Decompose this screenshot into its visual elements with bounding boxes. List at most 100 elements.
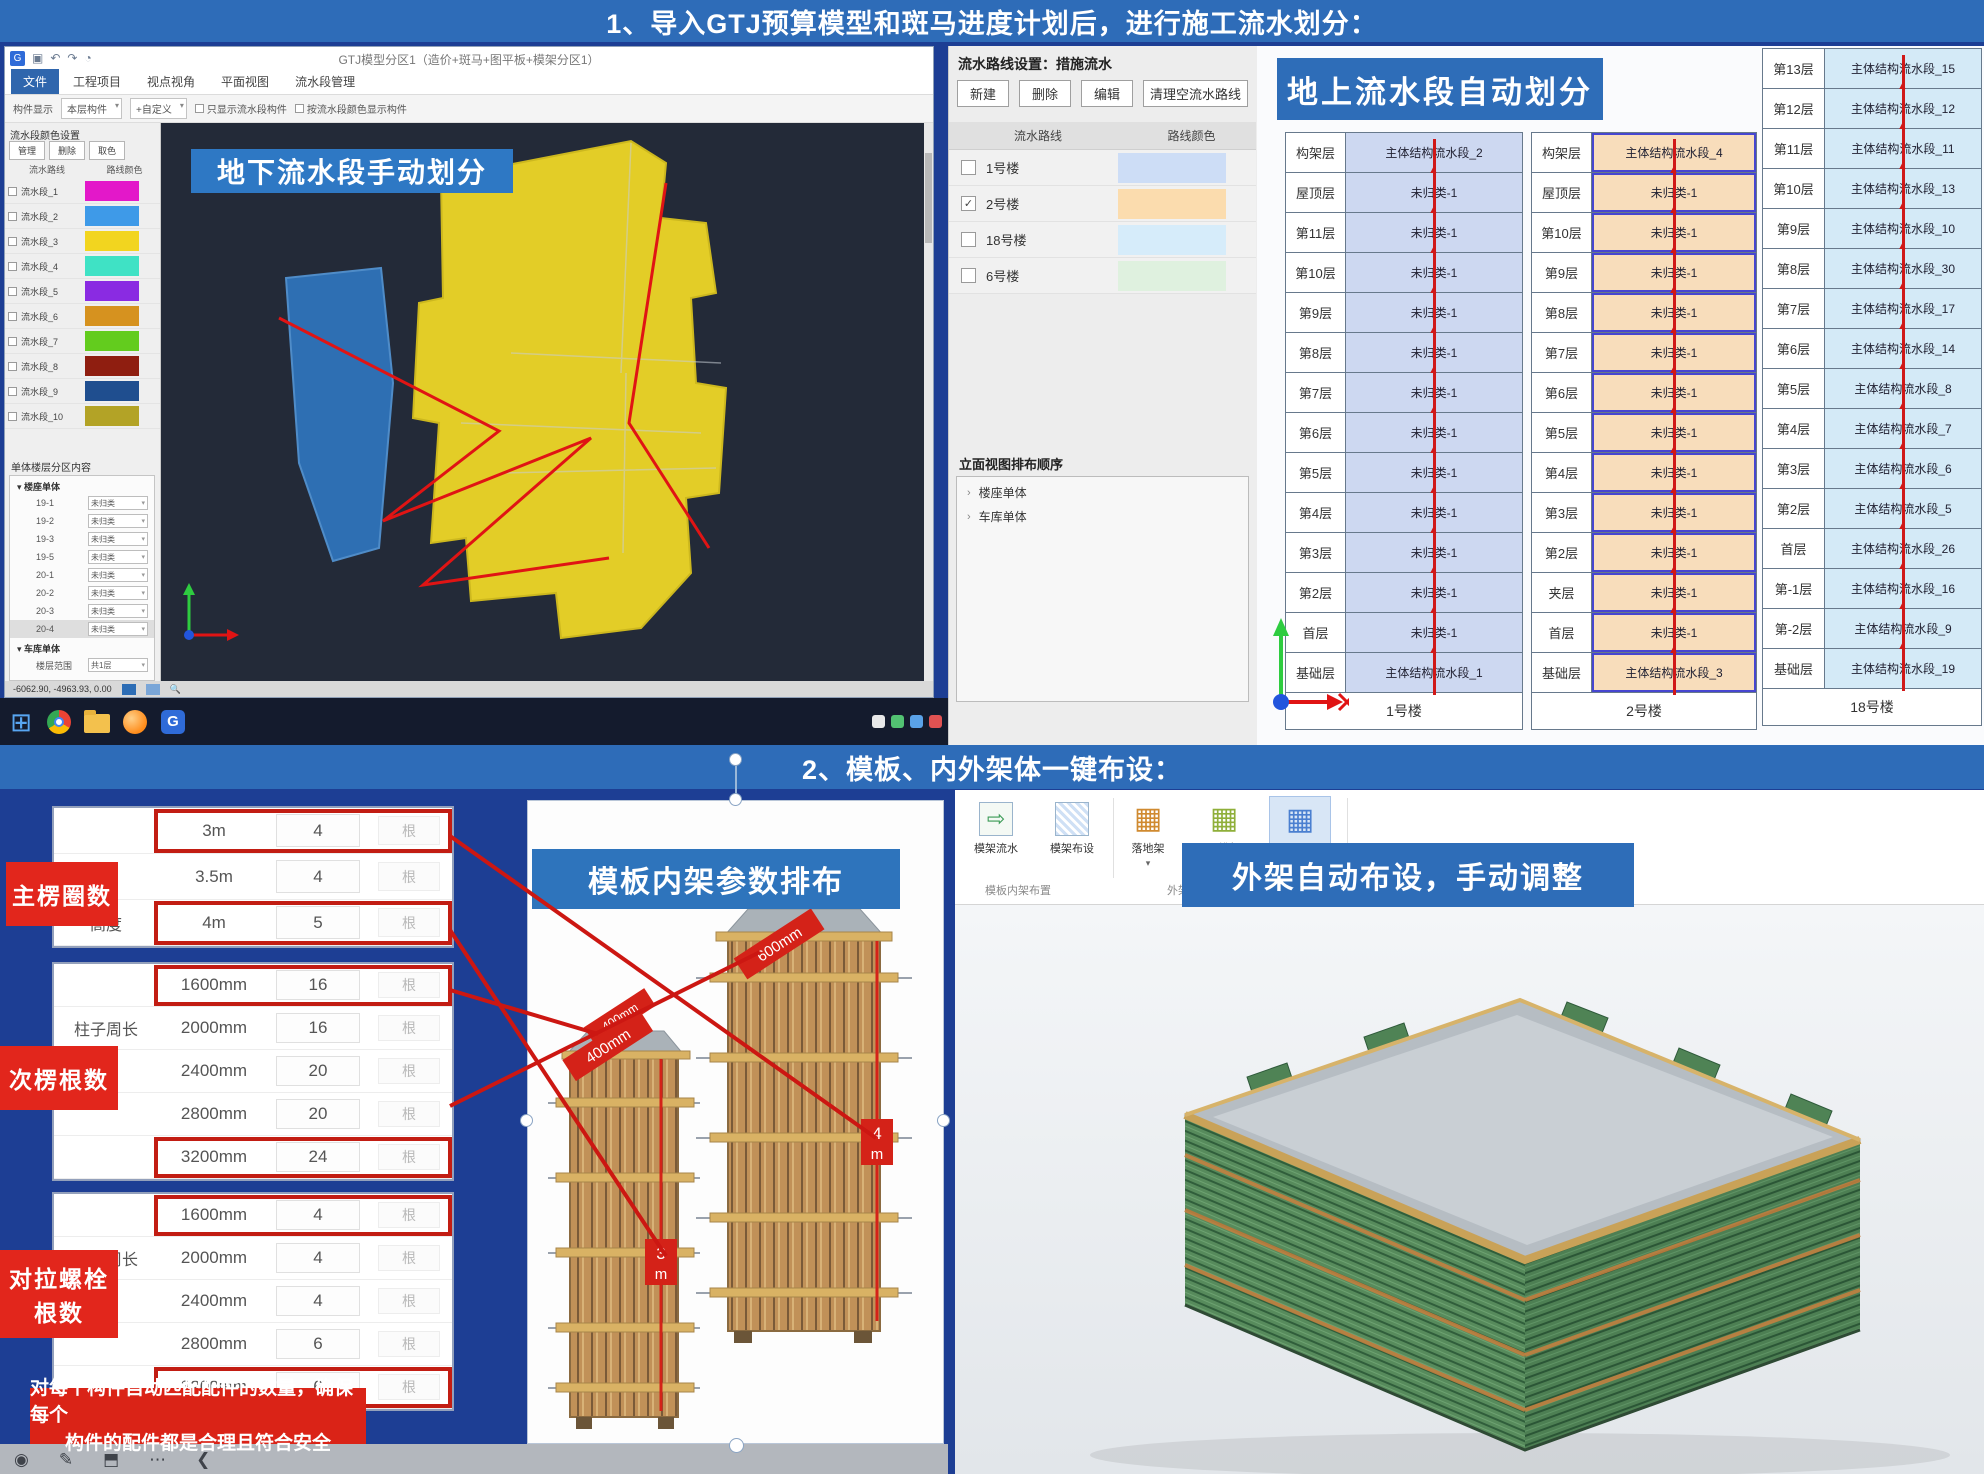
- flow-color-row[interactable]: 流水段_4: [5, 254, 160, 279]
- filter-checkbox[interactable]: 只显示流水段构件: [195, 101, 287, 116]
- param-count-input[interactable]: 4: [276, 860, 360, 893]
- floor-assign-dropdown[interactable]: 未归类▾: [88, 568, 148, 582]
- floor-assign-row[interactable]: 20-1未归类▾: [10, 566, 154, 584]
- checkbox-icon[interactable]: [8, 187, 17, 196]
- glodon-icon[interactable]: G: [160, 709, 186, 735]
- param-count-input[interactable]: 4: [276, 1286, 360, 1316]
- checkbox-icon[interactable]: [961, 160, 976, 175]
- param-count-input[interactable]: 5: [276, 906, 360, 939]
- menu-tab-1[interactable]: 工程项目: [61, 69, 133, 94]
- checkbox-icon[interactable]: ✓: [961, 196, 976, 211]
- flow-route-button-1[interactable]: 删除: [1019, 80, 1071, 107]
- bottom-resize-handle[interactable]: [729, 1438, 744, 1453]
- floor-assign-row[interactable]: 19-3未归类▾: [10, 530, 154, 548]
- route-color-swatch[interactable]: [1118, 261, 1226, 291]
- color-checkbox[interactable]: 按流水段颜色显示构件: [295, 101, 407, 116]
- zoom-icon[interactable]: 🔍: [170, 684, 181, 695]
- floor-assign-row[interactable]: 20-4未归类▾: [10, 620, 154, 638]
- garage-range-row[interactable]: 楼层范围共1层▾: [10, 656, 154, 674]
- files-icon[interactable]: [84, 709, 110, 735]
- sidebar-button-2[interactable]: 取色: [89, 141, 125, 160]
- menu-tab-3[interactable]: 平面视图: [209, 69, 281, 94]
- param-count-input[interactable]: 16: [276, 1013, 360, 1043]
- floor-assign-dropdown[interactable]: 未归类▾: [88, 532, 148, 546]
- floor-assign-row[interactable]: 20-3未归类▾: [10, 602, 154, 620]
- floor-assign-dropdown[interactable]: 未归类▾: [88, 604, 148, 618]
- flow-color-row[interactable]: 流水段_2: [5, 204, 160, 229]
- floor-assign-row[interactable]: 19-2未归类▾: [10, 512, 154, 530]
- menu-tab-0[interactable]: 文件: [11, 69, 59, 94]
- color-swatch[interactable]: [85, 281, 139, 301]
- flow-color-row[interactable]: 流水段_6: [5, 304, 160, 329]
- color-swatch[interactable]: [85, 181, 139, 201]
- sidebar-button-1[interactable]: 删除: [49, 141, 85, 160]
- color-swatch[interactable]: [85, 256, 139, 276]
- route-row[interactable]: 18号楼: [949, 222, 1256, 258]
- param-count-input[interactable]: 6: [276, 1329, 360, 1359]
- rotate-handle[interactable]: [729, 753, 742, 766]
- model-3d-viewport[interactable]: [955, 905, 1984, 1474]
- tray-gray-icon[interactable]: [872, 715, 885, 728]
- right-resize-handle[interactable]: [937, 1114, 950, 1127]
- color-swatch[interactable]: [85, 331, 139, 351]
- sidebar-button-0[interactable]: 管理: [9, 141, 45, 160]
- checkbox-icon[interactable]: [8, 337, 17, 346]
- param-count-input[interactable]: 4: [276, 814, 360, 847]
- floor-assign-row[interactable]: 20-2未归类▾: [10, 584, 154, 602]
- tray-red-icon[interactable]: [929, 715, 942, 728]
- tray-green-icon[interactable]: [891, 715, 904, 728]
- checkbox-icon[interactable]: [8, 362, 17, 371]
- dropdown-caret-icon[interactable]: ▾: [1146, 858, 1151, 869]
- windows-icon[interactable]: ⊞: [8, 709, 34, 735]
- color-swatch[interactable]: [85, 231, 139, 251]
- draw-dropdown[interactable]: +自定义: [130, 98, 187, 119]
- checkbox-icon[interactable]: [8, 287, 17, 296]
- param-count-input[interactable]: 20: [276, 1099, 360, 1129]
- flow-color-row[interactable]: 流水段_5: [5, 279, 160, 304]
- flow-color-row[interactable]: 流水段_7: [5, 329, 160, 354]
- route-row[interactable]: 1号楼: [949, 150, 1256, 186]
- blue-zone-polygon[interactable]: [286, 268, 393, 561]
- menu-tab-4[interactable]: 流水段管理: [283, 69, 367, 94]
- checkbox-icon[interactable]: [8, 312, 17, 321]
- color-swatch[interactable]: [85, 381, 139, 401]
- flow-route-button-3[interactable]: 清理空流水路线: [1143, 80, 1248, 107]
- route-color-swatch[interactable]: [1118, 189, 1226, 219]
- flow-color-row[interactable]: 流水段_3: [5, 229, 160, 254]
- route-color-swatch[interactable]: [1118, 225, 1226, 255]
- route-row[interactable]: 6号楼: [949, 258, 1256, 294]
- menu-tab-2[interactable]: 视点视角: [135, 69, 207, 94]
- checkbox-icon[interactable]: [8, 262, 17, 271]
- tray-blue-icon[interactable]: [910, 715, 923, 728]
- canvas-scrollbar[interactable]: [924, 123, 933, 681]
- color-swatch[interactable]: [85, 356, 139, 376]
- color-swatch[interactable]: [85, 406, 139, 426]
- floor-assign-dropdown[interactable]: 未归类▾: [88, 586, 148, 600]
- floor-assign-row[interactable]: 19-5未归类▾: [10, 548, 154, 566]
- route-color-swatch[interactable]: [1118, 153, 1226, 183]
- view-mode-icon[interactable]: [122, 684, 136, 695]
- flow-color-row[interactable]: 流水段_9: [5, 379, 160, 404]
- checkbox-icon[interactable]: [8, 412, 17, 421]
- model-canvas[interactable]: 地下流水段手动划分: [161, 123, 933, 681]
- checkbox-icon[interactable]: [8, 237, 17, 246]
- param-count-input[interactable]: 4: [276, 1243, 360, 1273]
- top-resize-handle[interactable]: [729, 793, 742, 806]
- snap-mode-icon[interactable]: [146, 684, 160, 695]
- color-swatch[interactable]: [85, 306, 139, 326]
- floor-assign-dropdown[interactable]: 未归类▾: [88, 622, 148, 636]
- checkbox-icon[interactable]: [961, 232, 976, 247]
- formwork-slide-panel[interactable]: 模板内架参数排布: [527, 800, 944, 1444]
- flow-color-row[interactable]: 流水段_10: [5, 404, 160, 429]
- param-count-input[interactable]: 16: [276, 970, 360, 1000]
- param-count-input[interactable]: 20: [276, 1056, 360, 1086]
- param-count-input[interactable]: 4: [276, 1200, 360, 1230]
- left-resize-handle[interactable]: [520, 1114, 533, 1127]
- flow-route-button-2[interactable]: 编辑: [1081, 80, 1133, 107]
- tool-1[interactable]: 模架布设: [1041, 796, 1103, 882]
- firefox-icon[interactable]: [122, 709, 148, 735]
- elevation-item-0[interactable]: ›楼座单体: [957, 477, 1248, 501]
- param-count-input[interactable]: 24: [276, 1142, 360, 1172]
- floor-assign-dropdown[interactable]: 未归类▾: [88, 514, 148, 528]
- checkbox-icon[interactable]: [961, 268, 976, 283]
